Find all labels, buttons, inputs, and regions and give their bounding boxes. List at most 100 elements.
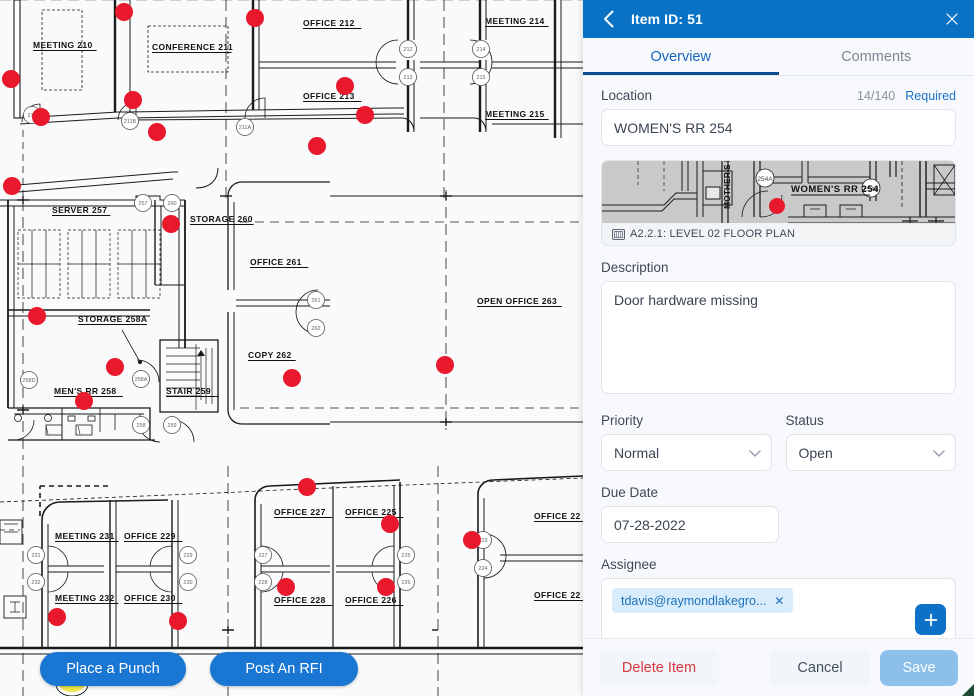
tab-comments[interactable]: Comments bbox=[779, 38, 974, 75]
punch-pin[interactable] bbox=[162, 215, 180, 233]
room-label: OPEN OFFICE 263 bbox=[477, 296, 557, 306]
punch-pin[interactable] bbox=[246, 9, 264, 27]
room-label: MEETING 215 bbox=[485, 109, 545, 119]
door-tag: 260 bbox=[163, 194, 181, 212]
door-tag: 228 bbox=[254, 573, 272, 591]
svg-text:211A: 211A bbox=[239, 125, 252, 131]
door-tag: 258 bbox=[132, 416, 150, 434]
room-label: OFFICE 229 bbox=[124, 531, 176, 541]
punch-pin[interactable] bbox=[377, 578, 395, 596]
punch-pin[interactable] bbox=[277, 578, 295, 596]
svg-text:229: 229 bbox=[183, 553, 192, 559]
svg-text:254A: 254A bbox=[757, 176, 773, 183]
assignee-field: Assignee tdavis@raymondlakegro... ✕ bbox=[601, 557, 956, 638]
punch-pin[interactable] bbox=[463, 531, 481, 549]
punch-pin[interactable] bbox=[381, 515, 399, 533]
svg-text:258A: 258A bbox=[135, 377, 148, 383]
close-button[interactable] bbox=[942, 9, 962, 29]
punch-pin[interactable] bbox=[3, 177, 21, 195]
punch-pin[interactable] bbox=[32, 108, 50, 126]
page-title: Item ID: 51 bbox=[631, 11, 703, 27]
floor-plan-viewport[interactable]: MEETING 210 CONFERENCE 211 OFFICE 212 OFFIC… bbox=[0, 0, 583, 696]
assignee-chip-remove-icon[interactable]: ✕ bbox=[774, 595, 784, 607]
room-label: OFFICE 230 bbox=[124, 593, 176, 603]
room-label: STAIR 259 bbox=[166, 386, 211, 396]
room-label: OFFICE 227 bbox=[274, 507, 326, 517]
save-button[interactable]: Save bbox=[880, 649, 958, 686]
location-required-link[interactable]: Required bbox=[905, 89, 956, 103]
description-field-header: Description bbox=[601, 260, 956, 275]
description-textarea[interactable] bbox=[601, 281, 956, 394]
punch-pin[interactable] bbox=[28, 307, 46, 325]
punch-pin[interactable] bbox=[148, 123, 166, 141]
location-input[interactable] bbox=[601, 109, 956, 146]
priority-status-row: Priority Normal Status Open bbox=[601, 413, 956, 471]
punch-pin[interactable] bbox=[75, 392, 93, 410]
svg-text:213: 213 bbox=[403, 75, 412, 81]
svg-text:259: 259 bbox=[167, 423, 176, 429]
post-an-rfi-button[interactable]: Post An RFI bbox=[210, 652, 358, 686]
door-tag: 259 bbox=[163, 416, 181, 434]
tab-overview[interactable]: Overview bbox=[583, 38, 779, 75]
room-label: OFFICE 226 bbox=[345, 595, 397, 605]
room-label: MEETING 232 bbox=[55, 593, 115, 603]
assignee-field-header: Assignee bbox=[601, 557, 956, 572]
description-field: Description bbox=[601, 260, 956, 399]
punch-pin[interactable] bbox=[298, 478, 316, 496]
location-char-counter: 14/140 bbox=[857, 89, 896, 103]
priority-select[interactable]: Normal bbox=[601, 434, 772, 471]
svg-text:257: 257 bbox=[138, 201, 147, 207]
door-tag: 230 bbox=[179, 573, 197, 591]
location-thumbnail[interactable]: 254A 254B WOMEN'S RR 254 MOTHER'S R A2.2… bbox=[601, 160, 956, 246]
svg-text:258: 258 bbox=[136, 423, 145, 429]
delete-item-button[interactable]: Delete Item bbox=[599, 649, 719, 686]
item-detail-panel: Item ID: 51 Overview Comments Location 1… bbox=[583, 0, 974, 696]
assignee-label: Assignee bbox=[601, 557, 657, 572]
assignee-chip-label: tdavis@raymondlakegro... bbox=[621, 593, 767, 608]
door-tag: 214 bbox=[472, 40, 490, 58]
cancel-button[interactable]: Cancel bbox=[770, 649, 870, 686]
svg-text:212: 212 bbox=[403, 47, 412, 53]
status-label: Status bbox=[785, 413, 824, 428]
back-button[interactable] bbox=[597, 8, 619, 30]
add-assignee-button[interactable] bbox=[915, 604, 946, 635]
punch-pin[interactable] bbox=[48, 608, 66, 626]
svg-text:MOTHER'S R: MOTHER'S R bbox=[722, 161, 732, 209]
location-thumbnail-caption: A2.2.1: LEVEL 02 FLOOR PLAN bbox=[602, 223, 955, 245]
punch-pin[interactable] bbox=[169, 612, 187, 630]
door-tag: 258A bbox=[132, 370, 150, 388]
room-label: STORAGE 260 bbox=[190, 214, 253, 224]
svg-text:260: 260 bbox=[167, 201, 176, 207]
punch-pin[interactable] bbox=[336, 77, 354, 95]
punch-pin[interactable] bbox=[2, 70, 20, 88]
assignee-input-box[interactable]: tdavis@raymondlakegro... ✕ bbox=[601, 578, 956, 638]
svg-text:230: 230 bbox=[183, 580, 192, 586]
app-root: MEETING 210 CONFERENCE 211 OFFICE 212 OFFIC… bbox=[0, 0, 974, 696]
door-tag: 211A bbox=[236, 118, 254, 136]
punch-pin[interactable] bbox=[356, 106, 374, 124]
priority-field-header: Priority bbox=[601, 413, 772, 428]
location-thumbnail-caption-text: A2.2.1: LEVEL 02 FLOOR PLAN bbox=[630, 228, 796, 240]
punch-pin[interactable] bbox=[308, 137, 326, 155]
punch-pin[interactable] bbox=[124, 91, 142, 109]
panel-scroll-body[interactable]: Location 14/140 Required WOMEN'S RR 254 … bbox=[583, 76, 974, 638]
door-tag: 226 bbox=[397, 573, 415, 591]
svg-text:228: 228 bbox=[258, 580, 267, 586]
due-date-input[interactable] bbox=[601, 506, 779, 543]
punch-pin[interactable] bbox=[115, 3, 133, 21]
location-label: Location bbox=[601, 88, 653, 103]
punch-pin[interactable] bbox=[106, 358, 124, 376]
panel-footer: Delete Item Cancel Save bbox=[583, 638, 974, 696]
place-a-punch-button[interactable]: Place a Punch bbox=[40, 652, 186, 686]
room-label: OFFICE 22 bbox=[534, 511, 581, 521]
svg-text:211B: 211B bbox=[124, 119, 137, 125]
svg-text:214: 214 bbox=[476, 47, 485, 53]
floor-plan-drawing[interactable]: MEETING 210 CONFERENCE 211 OFFICE 212 OFFIC… bbox=[0, 0, 583, 696]
status-select[interactable]: Open bbox=[785, 434, 956, 471]
svg-text:215: 215 bbox=[476, 75, 485, 81]
punch-pin[interactable] bbox=[436, 356, 454, 374]
door-tag: 231 bbox=[27, 546, 45, 564]
door-tag: 211B bbox=[121, 112, 139, 130]
punch-pin[interactable] bbox=[283, 369, 301, 387]
door-tag: 232 bbox=[27, 573, 45, 591]
